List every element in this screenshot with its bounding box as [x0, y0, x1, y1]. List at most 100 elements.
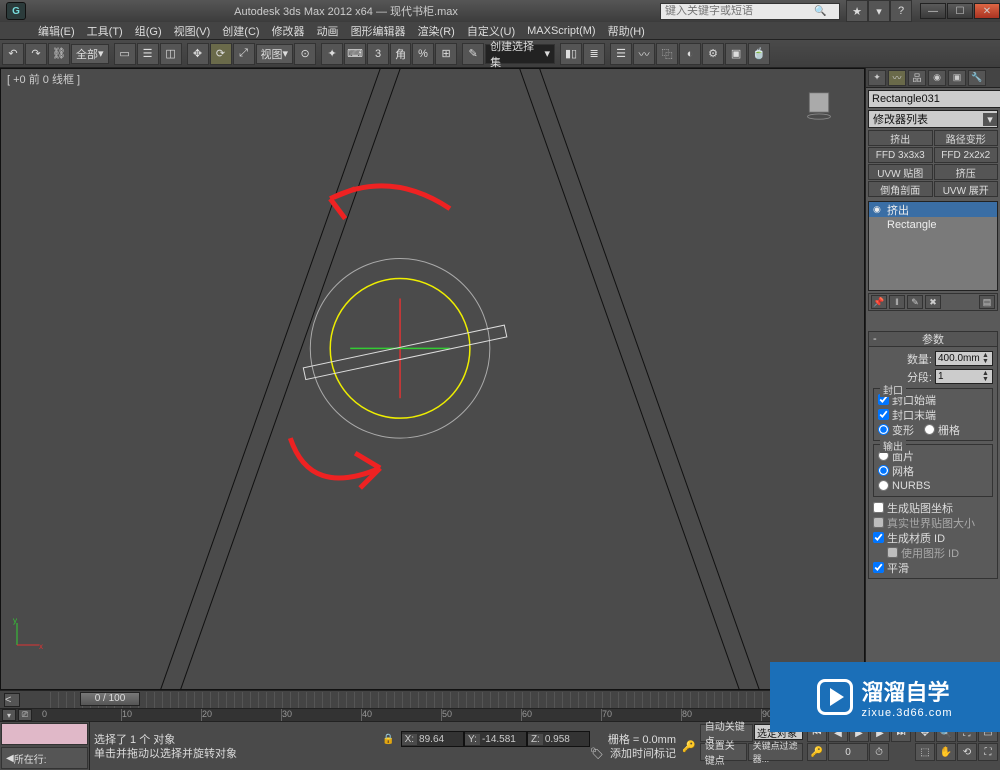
gen-map-check[interactable] — [873, 502, 884, 513]
named-selection-set[interactable]: 创建选择集 ▾ — [485, 44, 555, 64]
time-slider[interactable]: 0 / 100 — [80, 692, 140, 706]
viewport[interactable]: [ +0 前 0 线框 ] y x — [0, 68, 865, 690]
coord-z-field[interactable] — [543, 734, 589, 745]
select-name-icon[interactable]: ☰ — [137, 43, 159, 65]
help-search-input[interactable] — [661, 5, 811, 17]
keyboard-shortcut-icon[interactable]: ⌨ — [344, 43, 366, 65]
trackbar-toggle-icon[interactable]: ▾ — [2, 709, 16, 721]
maximize-button[interactable]: ☐ — [947, 3, 973, 19]
pivot-icon[interactable]: ⊙ — [294, 43, 316, 65]
edit-named-sel-icon[interactable]: ✎ — [462, 43, 484, 65]
mod-btn-ffd3[interactable]: FFD 3x3x3 — [868, 147, 933, 163]
ref-coord[interactable]: 视图 ▾ — [256, 44, 294, 64]
help-search[interactable]: 🔍 — [660, 3, 840, 20]
render-icon[interactable]: 🍵 — [748, 43, 770, 65]
coord-x-field[interactable] — [417, 734, 463, 745]
lock-icon[interactable]: 🔒 — [382, 734, 394, 745]
time-tag-icon[interactable]: 🏷 — [590, 747, 604, 760]
material-editor-icon[interactable]: ◐ — [679, 43, 701, 65]
current-frame-field[interactable]: 0 — [828, 743, 868, 761]
snap-icon[interactable]: 3 — [367, 43, 389, 65]
mod-btn-ffd2[interactable]: FFD 2x2x2 — [934, 147, 999, 163]
nav-orbit-icon[interactable]: ⟲ — [957, 743, 977, 761]
viewport-label[interactable]: [ +0 前 0 线框 ] — [7, 71, 80, 87]
mod-btn-bevelprof[interactable]: 倒角剖面 — [868, 181, 933, 197]
modify-tab-icon[interactable]: 〰 — [888, 70, 906, 86]
hierarchy-tab-icon[interactable]: 品 — [908, 70, 926, 86]
cap-grid-radio[interactable] — [924, 424, 935, 435]
app-icon[interactable]: G — [6, 2, 26, 20]
mirror-icon[interactable]: ▮▯ — [560, 43, 582, 65]
cap-end-check[interactable] — [878, 409, 889, 420]
use-shape-id-check[interactable] — [887, 547, 898, 558]
maxscript-mini-listener[interactable] — [1, 723, 88, 745]
infocenter-btn-3[interactable]: ? — [890, 0, 912, 22]
percent-snap-icon[interactable]: % — [412, 43, 434, 65]
make-unique-icon[interactable]: ✎ — [907, 295, 923, 309]
trackbar-mini-icon[interactable]: ⎚ — [18, 709, 32, 721]
segments-spinner[interactable]: ▲▼ — [935, 369, 993, 384]
display-tab-icon[interactable]: ▣ — [948, 70, 966, 86]
output-nurbs-radio[interactable] — [878, 480, 889, 491]
gen-matid-check[interactable] — [873, 532, 884, 543]
nav-pan2-icon[interactable]: ✋ — [936, 743, 956, 761]
menu-help[interactable]: 帮助(H) — [602, 23, 651, 39]
menu-customize[interactable]: 自定义(U) — [461, 23, 521, 39]
window-crossing-icon[interactable]: ◫ — [160, 43, 182, 65]
stack-item-rectangle[interactable]: Rectangle — [869, 217, 997, 232]
menu-create[interactable]: 创建(C) — [216, 23, 265, 39]
modifier-stack[interactable]: ◉ 挤出 Rectangle — [868, 201, 998, 291]
select-icon[interactable]: ▭ — [114, 43, 136, 65]
time-config-icon[interactable]: < — [4, 693, 20, 707]
rotate-icon[interactable]: ⟳ — [210, 43, 232, 65]
render-setup-icon[interactable]: ⚙ — [702, 43, 724, 65]
close-button[interactable]: ✕ — [974, 3, 1000, 19]
coord-y-field[interactable] — [480, 734, 526, 745]
menu-group[interactable]: 组(G) — [129, 23, 168, 39]
goto-line-button[interactable]: ◀ 所在行: — [1, 747, 88, 769]
undo-icon[interactable]: ↶ — [2, 43, 24, 65]
cap-morph-radio[interactable] — [878, 424, 889, 435]
mod-btn-uvwmap[interactable]: UVW 贴图 — [868, 164, 933, 180]
utilities-tab-icon[interactable]: 🔧 — [968, 70, 986, 86]
menu-views[interactable]: 视图(V) — [168, 23, 217, 39]
mod-btn-pathdeform[interactable]: 路径变形 — [934, 130, 999, 146]
mod-btn-extrude[interactable]: 挤出 — [868, 130, 933, 146]
menu-graph[interactable]: 图形编辑器 — [345, 23, 412, 39]
modifier-list-dropdown[interactable]: 修改器列表▾ — [868, 110, 998, 128]
layers-icon[interactable]: ☰ — [610, 43, 632, 65]
scale-icon[interactable]: ⤢ — [233, 43, 255, 65]
curve-editor-icon[interactable]: 〰 — [633, 43, 655, 65]
menu-animation[interactable]: 动画 — [311, 23, 345, 39]
search-icon[interactable]: 🔍 — [814, 6, 826, 17]
motion-tab-icon[interactable]: ◉ — [928, 70, 946, 86]
menu-modifiers[interactable]: 修改器 — [266, 23, 311, 39]
output-mesh-radio[interactable] — [878, 465, 889, 476]
show-end-icon[interactable]: ‖ — [889, 295, 905, 309]
smooth-check[interactable] — [873, 562, 884, 573]
align-icon[interactable]: ≣ — [583, 43, 605, 65]
nav-maxtoggle-icon[interactable]: ⛶ — [978, 743, 998, 761]
spinner-snap-icon[interactable]: ⊞ — [435, 43, 457, 65]
add-time-tag[interactable]: 添加时间标记 — [610, 745, 676, 761]
rollout-header[interactable]: -参数 — [869, 332, 997, 347]
manip-icon[interactable]: ✦ — [321, 43, 343, 65]
create-tab-icon[interactable]: ✦ — [868, 70, 886, 86]
mod-btn-unwrap[interactable]: UVW 展开 — [934, 181, 999, 197]
infocenter-btn-1[interactable]: ★ — [846, 0, 868, 22]
angle-snap-icon[interactable]: 角 — [390, 43, 411, 65]
key-filters-button[interactable]: 关键点过滤器... — [748, 743, 803, 761]
stack-item-extrude[interactable]: ◉ 挤出 — [869, 202, 997, 217]
menu-edit[interactable]: 编辑(E) — [32, 23, 81, 39]
lightbulb-icon[interactable]: ◉ — [873, 204, 887, 215]
configure-sets-icon[interactable]: ▤ — [979, 295, 995, 309]
infocenter-btn-2[interactable]: ▾ — [868, 0, 890, 22]
set-key-button[interactable]: 设置关键点 — [700, 743, 747, 761]
schematic-icon[interactable]: ⿻ — [656, 43, 678, 65]
selection-filter[interactable]: 全部 ▾ — [71, 44, 109, 64]
pin-stack-icon[interactable]: 📌 — [871, 295, 887, 309]
key-mode-toggle-icon[interactable]: 🔑 — [807, 743, 827, 761]
object-name-field[interactable] — [868, 90, 1000, 108]
viewcube-icon[interactable] — [804, 91, 834, 121]
key-mode-icon[interactable]: 🔑 — [682, 740, 696, 753]
